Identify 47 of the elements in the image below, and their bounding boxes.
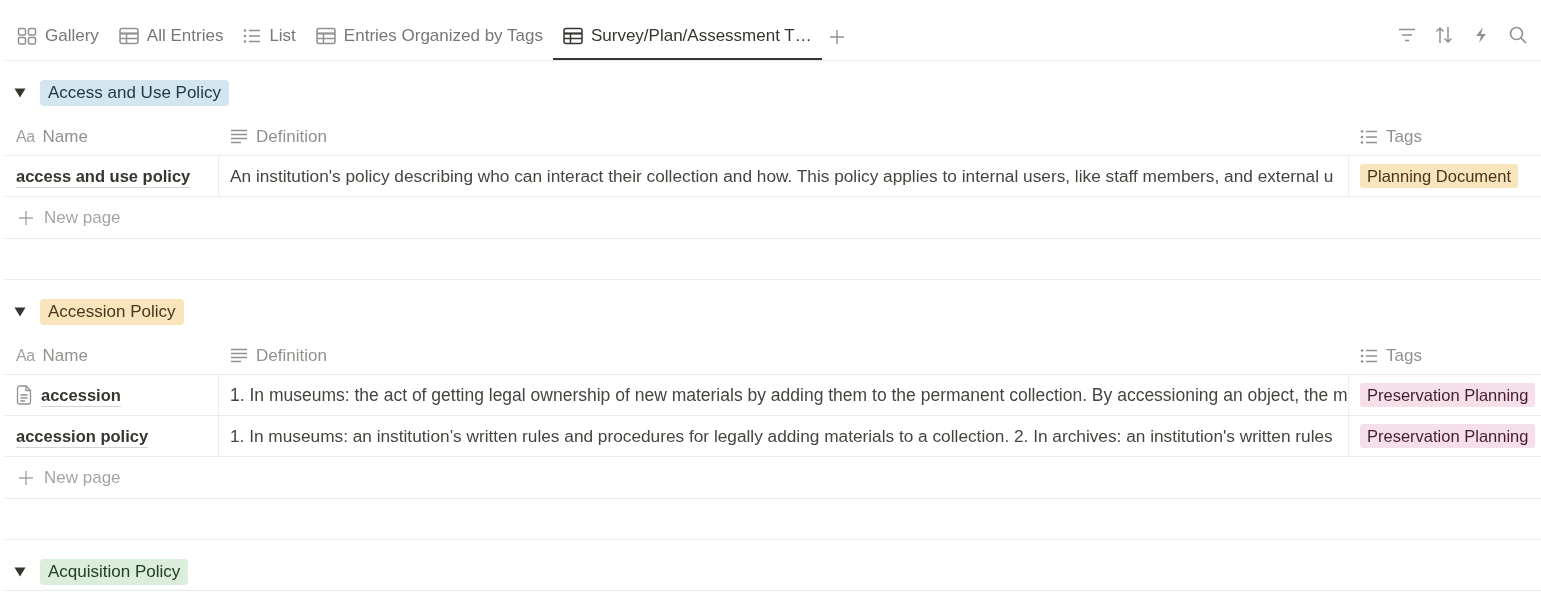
table-icon xyxy=(315,27,336,45)
plus-icon xyxy=(18,209,34,226)
table-icon xyxy=(118,27,139,45)
title-type-icon: Aa xyxy=(16,127,35,146)
lightning-icon xyxy=(1474,26,1488,44)
text-lines-icon xyxy=(230,128,248,145)
tag: Preservation Planning xyxy=(1360,383,1536,407)
column-header[interactable]: Aa Name xyxy=(5,118,219,155)
page-title-link[interactable]: access and use policy xyxy=(16,166,191,186)
plus-icon xyxy=(18,469,34,486)
filter-icon xyxy=(1398,27,1416,43)
column-header[interactable]: Definition xyxy=(219,118,1349,155)
page-title-link[interactable]: accession policy xyxy=(16,426,149,446)
view-tab[interactable]: List xyxy=(233,14,306,60)
view-tab[interactable]: Entries Organized by Tags xyxy=(305,14,553,60)
definition-cell: 1. In museums: the act of getting legal ownership of new materials by adding them to the permanent collection. By accessioning an object, the m xyxy=(219,375,1349,415)
group-toggle-button[interactable] xyxy=(14,87,26,99)
search-icon xyxy=(1509,26,1527,44)
grid-icon xyxy=(17,26,37,46)
table-icon xyxy=(562,27,583,45)
view-tab[interactable]: All Entries xyxy=(108,14,234,60)
list-icon xyxy=(1360,127,1378,146)
column-header[interactable]: Tags xyxy=(1349,118,1541,155)
group-tag: Accession Policy xyxy=(40,299,184,325)
plus-icon xyxy=(828,29,845,45)
column-header[interactable]: Tags xyxy=(1349,337,1541,374)
column-header[interactable]: Definition xyxy=(219,337,1349,374)
list-icon xyxy=(243,27,262,45)
sort-icon xyxy=(1435,26,1453,44)
title-type-icon: Aa xyxy=(16,346,35,365)
view-tab[interactable]: Survey/Plan/Assessment T… xyxy=(552,14,822,60)
group-toggle-button[interactable] xyxy=(14,566,26,578)
group-tag: Access and Use Policy xyxy=(40,80,229,106)
list-icon xyxy=(1360,346,1378,365)
new-page-button[interactable]: New page xyxy=(18,467,121,488)
page-title-link[interactable]: accession xyxy=(41,385,121,405)
tag: Preservation Planning xyxy=(1360,424,1536,448)
definition-cell: 1. In museums: an institution’s written rules and procedures for legally adding materials to a collection. 2. In archives: an institution's written rules xyxy=(219,416,1349,456)
text-lines-icon xyxy=(230,347,248,364)
view-tab[interactable]: Gallery xyxy=(7,14,109,60)
group-toggle-button[interactable] xyxy=(14,306,26,318)
tag: Planning Document xyxy=(1360,164,1518,188)
column-header[interactable]: Aa Name xyxy=(5,337,219,374)
new-page-button[interactable]: New page xyxy=(18,207,121,228)
definition-cell: An institution's policy describing who can interact their collection and how. This policy applies to internal users, like staff members, and external u xyxy=(219,156,1349,196)
group-tag: Acquisition Policy xyxy=(40,559,189,585)
add-view-button[interactable] xyxy=(828,29,845,45)
